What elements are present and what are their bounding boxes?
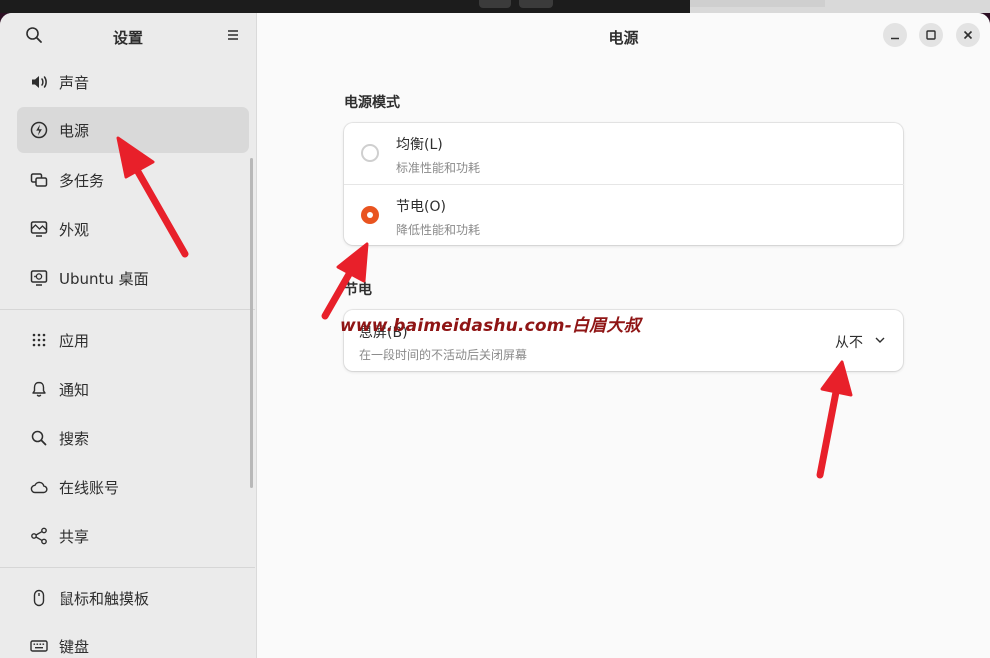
page-title: 电源 <box>608 29 639 47</box>
minimize-button[interactable] <box>883 23 907 47</box>
sidebar-item-multitasking[interactable]: 多任务 <box>17 157 249 203</box>
blank-screen-subtitle: 在一段时间的不活动后关闭屏幕 <box>359 348 528 362</box>
speaker-icon <box>32 76 47 88</box>
power-saving-heading: 节电 <box>344 282 372 298</box>
cloud-icon <box>30 481 48 494</box>
sidebar-item-label: 在线账号 <box>59 479 120 497</box>
option-title: 节电(O) <box>396 199 446 215</box>
power-icon <box>30 121 48 139</box>
mouse-icon <box>33 589 45 607</box>
sidebar-scrollbar[interactable] <box>250 158 253 488</box>
bell-icon <box>32 381 46 397</box>
sidebar-item-label: 搜索 <box>59 430 90 448</box>
sidebar-item-appearance[interactable]: 外观 <box>17 206 249 252</box>
sidebar-item-label: 共享 <box>59 528 90 546</box>
sidebar: 设置 声音 电源 多任务 外观 Ubuntu 桌面 应用 通知 搜索 在线账号 … <box>0 13 257 658</box>
sidebar-item-mouse-touchpad[interactable]: 鼠标和触摸板 <box>17 575 249 621</box>
sidebar-item-sharing[interactable]: 共享 <box>17 513 249 559</box>
sidebar-item-keyboard[interactable]: 键盘 <box>17 623 249 658</box>
sidebar-item-online-accounts[interactable]: 在线账号 <box>17 464 249 510</box>
background-panel-button <box>519 0 553 8</box>
sidebar-item-power[interactable]: 电源 <box>17 107 249 153</box>
sidebar-item-label: 鼠标和触摸板 <box>59 590 150 608</box>
sidebar-item-label: 应用 <box>59 332 90 350</box>
power-mode-option-power-saver[interactable]: 节电(O) 降低性能和功耗 <box>344 185 904 245</box>
watermark-text: www.baimeidashu.com-白眉大叔 <box>340 316 641 336</box>
sidebar-divider <box>0 567 255 568</box>
balanced-radio[interactable] <box>361 144 379 162</box>
blank-screen-value[interactable]: 从不 <box>835 332 863 352</box>
multitasking-icon <box>30 173 48 187</box>
chevron-down-icon[interactable] <box>874 334 886 346</box>
sidebar-header: 设置 <box>0 13 256 59</box>
sidebar-item-notifications[interactable]: 通知 <box>17 366 249 412</box>
sidebar-item-label: 键盘 <box>59 638 90 656</box>
ubuntu-desktop-icon <box>30 270 48 286</box>
maximize-icon <box>926 30 936 40</box>
close-icon <box>963 30 973 40</box>
sidebar-item-label: 通知 <box>59 381 90 399</box>
power-mode-heading: 电源模式 <box>344 95 400 111</box>
apps-grid-icon <box>32 333 46 347</box>
appearance-icon <box>30 221 48 237</box>
menu-button[interactable] <box>222 24 244 46</box>
search-icon <box>31 430 47 446</box>
sidebar-item-label: 声音 <box>59 74 90 92</box>
sidebar-item-search[interactable]: 搜索 <box>17 415 249 461</box>
sidebar-divider <box>0 309 255 310</box>
sidebar-item-apps[interactable]: 应用 <box>17 317 249 363</box>
power-mode-card: 均衡(L) 标准性能和功耗 节电(O) 降低性能和功耗 <box>344 123 904 245</box>
sidebar-item-sound[interactable]: 声音 <box>17 59 249 105</box>
minimize-icon <box>891 37 899 40</box>
sidebar-item-label: 电源 <box>59 122 90 140</box>
hamburger-menu-icon <box>228 30 238 40</box>
close-button[interactable] <box>956 23 980 47</box>
sidebar-item-label: 多任务 <box>59 172 105 190</box>
sidebar-item-label: 外观 <box>59 221 90 239</box>
maximize-button[interactable] <box>919 23 943 47</box>
option-subtitle: 降低性能和功耗 <box>396 223 481 237</box>
background-top-bar <box>0 0 990 13</box>
sidebar-item-label: Ubuntu 桌面 <box>59 270 149 288</box>
background-window <box>690 0 990 13</box>
sidebar-item-ubuntu-desktop[interactable]: Ubuntu 桌面 <box>17 255 249 301</box>
option-subtitle: 标准性能和功耗 <box>396 161 481 175</box>
share-icon <box>31 527 47 545</box>
power-saver-radio[interactable] <box>361 206 379 224</box>
power-mode-option-balanced[interactable]: 均衡(L) 标准性能和功耗 <box>344 123 904 184</box>
keyboard-icon <box>30 640 48 652</box>
sidebar-title: 设置 <box>112 29 143 47</box>
option-title: 均衡(L) <box>396 137 443 153</box>
background-panel-button <box>479 0 511 8</box>
